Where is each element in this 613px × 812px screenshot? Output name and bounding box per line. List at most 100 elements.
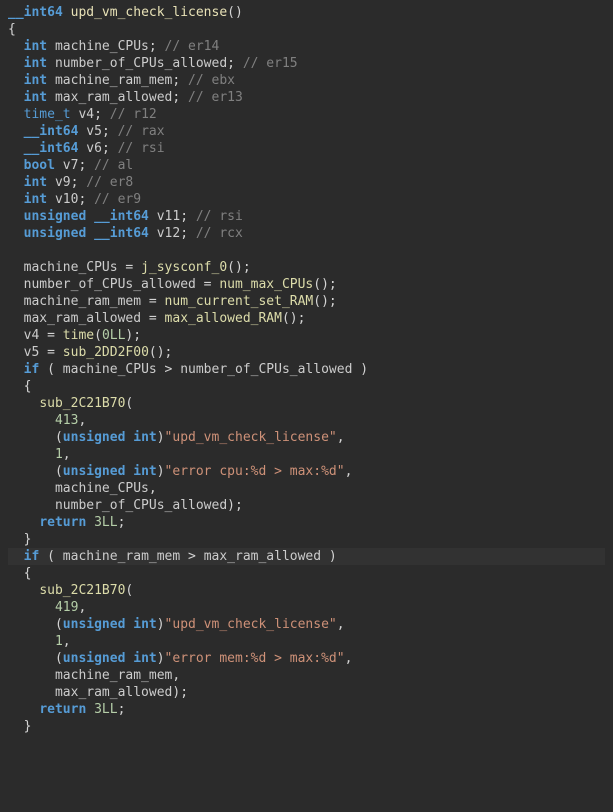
paren: )	[157, 464, 165, 479]
comment: // er15	[243, 56, 298, 71]
brace: {	[24, 566, 32, 581]
keyword-return: return	[39, 515, 86, 530]
paren: (	[227, 5, 235, 20]
paren: (	[282, 311, 290, 326]
var: machine_ram_mem	[55, 73, 172, 88]
paren: )	[290, 311, 298, 326]
literal: 3LL	[94, 515, 117, 530]
var: machine_ram_mem	[55, 668, 172, 683]
paren: (	[313, 277, 321, 292]
semi: ;	[133, 328, 141, 343]
paren: (	[55, 651, 63, 666]
comment: // er14	[165, 39, 220, 54]
var: machine_ram_mem	[24, 294, 141, 309]
comment: // er8	[86, 175, 133, 190]
paren: )	[321, 277, 329, 292]
type: __int64	[24, 141, 79, 156]
comma: ,	[345, 464, 353, 479]
comma: ,	[337, 617, 345, 632]
op: =	[39, 328, 62, 343]
return-type: __int64	[8, 5, 63, 20]
literal: 3LL	[94, 702, 117, 717]
string: "error mem:%d > max:%d"	[165, 651, 345, 666]
type: int	[24, 73, 47, 88]
op: =	[141, 294, 164, 309]
call: num_current_set_RAM	[165, 294, 314, 309]
function-name: upd_vm_check_license	[71, 5, 228, 20]
var: machine_CPUs	[24, 260, 118, 275]
comment: // rcx	[196, 226, 243, 241]
paren: (	[55, 430, 63, 445]
comma: ,	[63, 447, 71, 462]
brace: }	[24, 719, 32, 734]
highlighted-line: if ( machine_ram_mem > max_ram_allowed )	[8, 548, 605, 565]
comma: ,	[78, 413, 86, 428]
string: "upd_vm_check_license"	[165, 617, 337, 632]
paren: )	[157, 345, 165, 360]
comma: ,	[345, 651, 353, 666]
paren: (	[47, 549, 55, 564]
var: number_of_CPUs_allowed	[55, 498, 227, 513]
cast-type: unsigned int	[63, 430, 157, 445]
paren: (	[47, 362, 55, 377]
comma: ,	[63, 634, 71, 649]
comment: // rax	[118, 124, 165, 139]
string: "upd_vm_check_license"	[165, 430, 337, 445]
comment: // al	[94, 158, 133, 173]
comment: // er13	[188, 90, 243, 105]
type: int	[24, 175, 47, 190]
semi: ;	[180, 685, 188, 700]
semi: ;	[78, 158, 86, 173]
keyword-return: return	[39, 702, 86, 717]
literal: 1	[55, 447, 63, 462]
paren: )	[157, 430, 165, 445]
semi: ;	[243, 260, 251, 275]
var: v12	[157, 226, 180, 241]
semi: ;	[165, 345, 173, 360]
comment: // rsi	[118, 141, 165, 156]
cast-type: unsigned int	[63, 464, 157, 479]
keyword-if: if	[24, 549, 40, 564]
comment: // er9	[94, 192, 141, 207]
paren: (	[55, 464, 63, 479]
paren: (	[125, 396, 133, 411]
comma: ,	[337, 430, 345, 445]
type: unsigned __int64	[24, 226, 149, 241]
paren: )	[321, 294, 329, 309]
semi: ;	[149, 39, 157, 54]
var: v9	[55, 175, 71, 190]
comma: ,	[149, 481, 157, 496]
comma: ,	[172, 668, 180, 683]
var: v4	[24, 328, 40, 343]
type: unsigned __int64	[24, 209, 149, 224]
call: max_allowed_RAM	[165, 311, 282, 326]
paren: )	[235, 5, 243, 20]
call: num_max_CPUs	[219, 277, 313, 292]
paren: (	[313, 294, 321, 309]
cast-type: unsigned int	[63, 617, 157, 632]
var: number_of_CPUs_allowed	[180, 362, 352, 377]
literal: 0LL	[102, 328, 125, 343]
paren: )	[235, 260, 243, 275]
semi: ;	[180, 209, 188, 224]
var: number_of_CPUs_allowed	[55, 56, 227, 71]
call: sub_2C21B70	[39, 396, 125, 411]
op: =	[118, 260, 141, 275]
var: max_ram_allowed	[204, 549, 321, 564]
comment: // rsi	[196, 209, 243, 224]
semi: ;	[227, 56, 235, 71]
paren: )	[157, 651, 165, 666]
semi: ;	[102, 141, 110, 156]
code-block: __int64 upd_vm_check_license() { int mac…	[0, 0, 613, 739]
call: j_sysconf_0	[141, 260, 227, 275]
op: =	[141, 311, 164, 326]
brace: {	[24, 379, 32, 394]
op: =	[39, 345, 62, 360]
cast-type: unsigned int	[63, 651, 157, 666]
type: int	[24, 56, 47, 71]
var: max_ram_allowed	[55, 90, 172, 105]
semi: ;	[78, 192, 86, 207]
brace: {	[8, 22, 16, 37]
var: v5	[86, 124, 102, 139]
var: machine_CPUs	[55, 39, 149, 54]
